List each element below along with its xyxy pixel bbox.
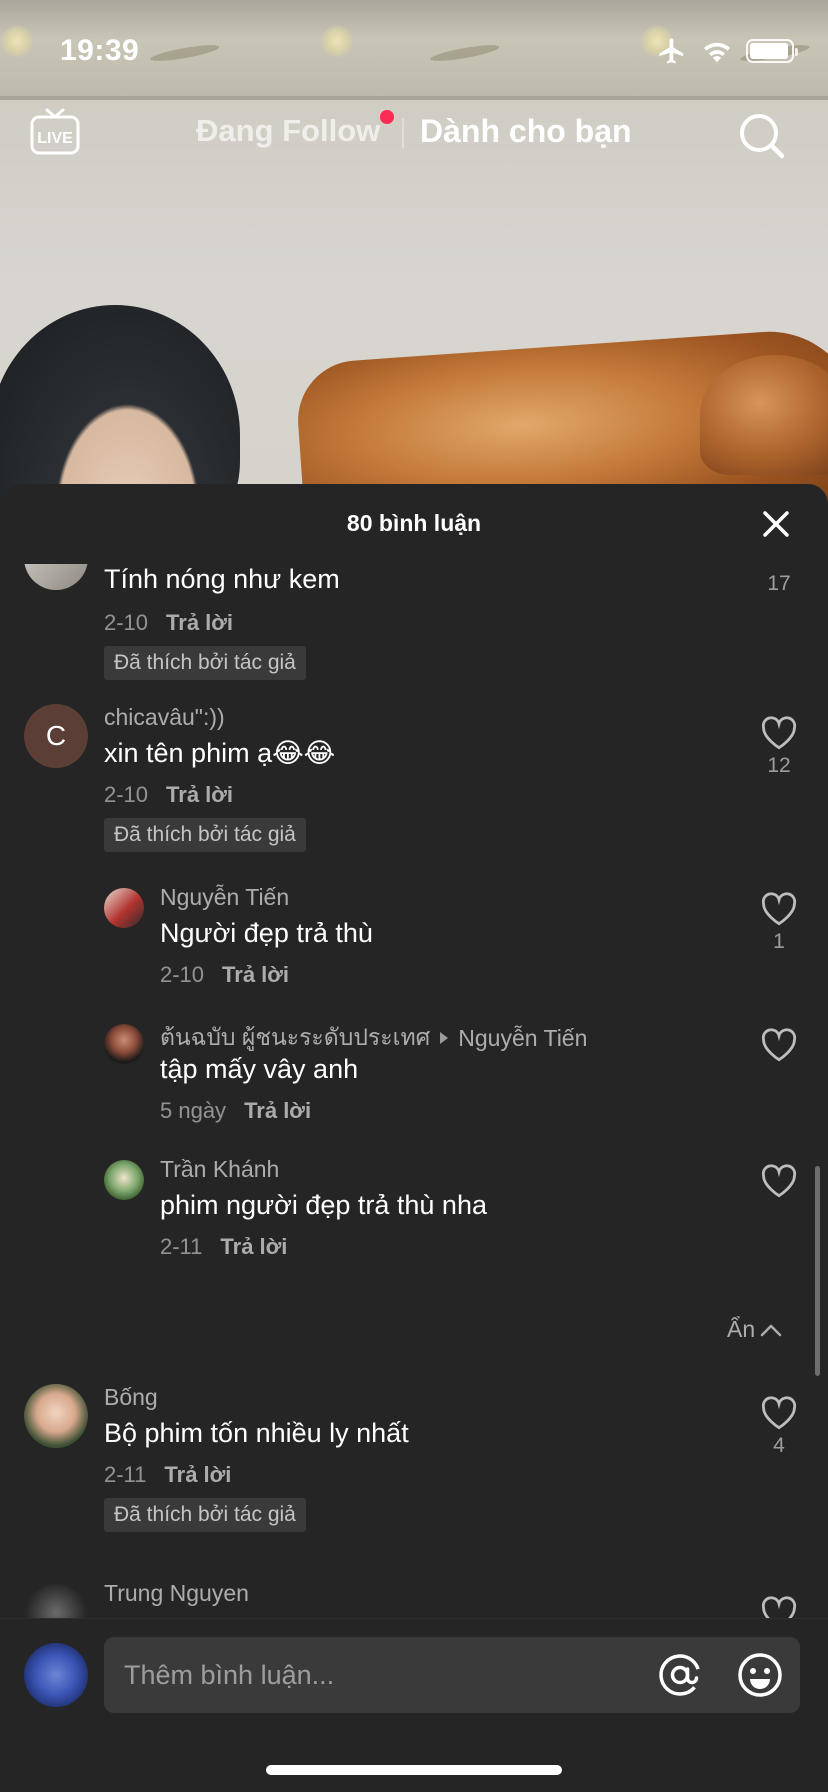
heart-icon (761, 1028, 797, 1062)
status-icons (656, 36, 798, 66)
comment-username[interactable]: Bống (104, 1384, 158, 1411)
comment-placeholder: Thêm bình luận... (124, 1660, 335, 1690)
comment-date: 2-10 (160, 962, 205, 987)
comment-meta: 2-11 Trả lời (160, 1234, 287, 1260)
wifi-icon (704, 42, 730, 63)
emoji-icon (738, 1653, 782, 1697)
comments-header: 80 bình luận (0, 484, 828, 564)
at-icon (659, 1654, 701, 1696)
heart-icon (761, 716, 797, 750)
comment-username[interactable]: Nguyễn Tiến (160, 884, 289, 911)
like-button[interactable]: 1 (756, 892, 802, 954)
comment-meta: 2-11 Trả lời (104, 1462, 231, 1488)
reply-button[interactable]: Trả lời (166, 782, 233, 807)
reply-username-line: ต้นฉบับ ผู้ชนะระดับประเทศ Nguyễn Tiến (160, 1020, 587, 1056)
reply-button[interactable]: Trả lời (164, 1462, 231, 1487)
search-icon (740, 114, 785, 159)
tab-separator (402, 118, 404, 148)
comment-date: 2-11 (104, 1462, 147, 1487)
like-button[interactable] (756, 1028, 802, 1062)
comment-text: xin tên phim ạ😂😂 (104, 738, 336, 768)
comment-username[interactable]: Trần Khánh (160, 1156, 279, 1183)
tab-following[interactable]: Đang Follow (196, 113, 380, 149)
avatar[interactable] (104, 888, 144, 928)
avatar[interactable] (24, 564, 88, 590)
scrollbar[interactable] (815, 1166, 820, 1376)
like-button[interactable] (756, 1164, 802, 1198)
comment-meta: 2-10 Trả lời (160, 962, 289, 988)
heart-icon (761, 1396, 797, 1430)
comment-input[interactable]: Thêm bình luận... (104, 1637, 800, 1713)
heart-icon (761, 1164, 797, 1198)
home-indicator[interactable] (266, 1765, 562, 1775)
status-time: 19:39 (60, 34, 140, 67)
caret-right-icon (440, 1032, 449, 1044)
like-button[interactable]: 17 (756, 568, 802, 596)
battery-icon (746, 39, 798, 63)
avatar[interactable]: C (24, 704, 88, 768)
comment-input-bar: Thêm bình luận... (0, 1618, 828, 1792)
like-count: 17 (767, 572, 791, 595)
comment-list[interactable]: Tính nóng như kem 2-10 Trả lời Đã thích b… (0, 564, 828, 1702)
liked-by-author-badge: Đã thích bởi tác giả (104, 1498, 306, 1532)
liked-by-author-badge: Đã thích bởi tác giả (104, 818, 306, 852)
like-count: 1 (773, 930, 785, 953)
comment-meta: 5 ngày Trả lời (160, 1098, 311, 1124)
comment-meta: 2-10 Trả lời (104, 782, 233, 808)
comment-text: Người đẹp trả thù (160, 918, 373, 948)
reply-to-username[interactable]: Nguyễn Tiến (458, 1025, 587, 1052)
like-count: 4 (773, 1434, 785, 1457)
avatar[interactable] (104, 1160, 144, 1200)
reply-button[interactable]: Trả lời (222, 962, 289, 987)
comment-date: 5 ngày (160, 1098, 227, 1123)
comment-count-title: 80 bình luận (346, 510, 482, 536)
top-nav: LIVE Đang Follow Dành cho bạn (0, 100, 828, 170)
collapse-replies-button[interactable]: Ẩn (727, 1316, 783, 1343)
comment-text: tập mấy vây anh (160, 1054, 359, 1084)
close-button[interactable] (758, 506, 794, 542)
comment-username[interactable]: Trung Nguyen (104, 1580, 249, 1607)
emoji-button[interactable] (736, 1651, 784, 1699)
reply-button[interactable]: Trả lời (166, 610, 233, 635)
live-icon: LIVE (30, 108, 80, 155)
comment-username[interactable]: ต้นฉบับ ผู้ชนะระดับประเทศ (160, 1020, 430, 1056)
close-icon (763, 511, 789, 537)
tab-for-you[interactable]: Dành cho bạn (420, 113, 632, 150)
chevron-up-icon (760, 1324, 782, 1336)
reply-button[interactable]: Trả lời (244, 1098, 311, 1123)
avatar[interactable] (24, 1384, 88, 1448)
comment-text: Tính nóng như kem (104, 564, 340, 594)
live-button[interactable]: LIVE (28, 108, 82, 158)
comments-sheet: 80 bình luận Tính nóng như kem 2-10 Trả l… (0, 484, 828, 1792)
svg-text:LIVE: LIVE (37, 130, 73, 147)
comment-meta: 2-10 Trả lời (104, 610, 233, 636)
liked-by-author-badge: Đã thích bởi tác giả (104, 646, 306, 680)
like-button[interactable]: 4 (756, 1396, 802, 1458)
mention-button[interactable] (656, 1651, 704, 1699)
comment-text: Bộ phim tốn nhiều ly nhất (104, 1418, 409, 1448)
like-count: 12 (767, 754, 791, 777)
avatar-letter: C (45, 720, 67, 751)
comment-text: phim người đẹp trả thù nha (160, 1190, 487, 1220)
comment-date: 2-11 (160, 1234, 203, 1259)
comment-date: 2-10 (104, 610, 149, 635)
notification-dot (380, 110, 394, 124)
reply-button[interactable]: Trả lời (220, 1234, 287, 1259)
heart-icon (761, 892, 797, 926)
search-button[interactable] (736, 110, 788, 162)
comment-username[interactable]: chicavâu":)) (104, 704, 225, 731)
status-bar: 19:39 (0, 0, 828, 100)
avatar[interactable] (104, 1024, 144, 1064)
like-button[interactable]: 12 (756, 716, 802, 778)
airplane-icon (659, 38, 684, 64)
collapse-label: Ẩn (727, 1316, 756, 1342)
current-user-avatar[interactable] (24, 1643, 88, 1707)
comment-date: 2-10 (104, 782, 149, 807)
